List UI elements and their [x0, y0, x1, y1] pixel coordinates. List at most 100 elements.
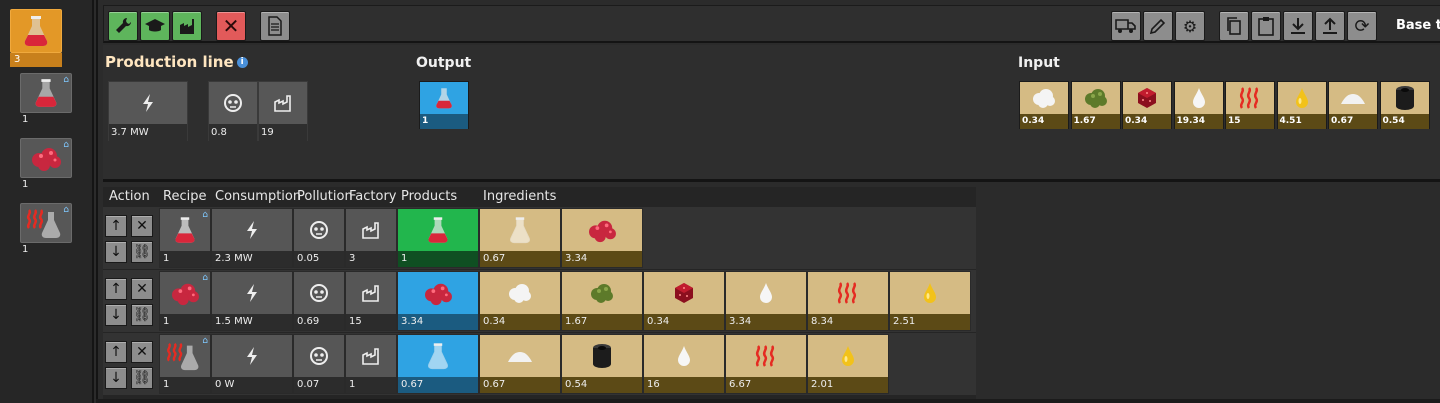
product-cell[interactable]: 0.67: [397, 334, 479, 394]
total-factory-stat: 19: [258, 81, 308, 142]
sidebar-item-4[interactable]: ⌂ 1: [20, 203, 72, 257]
gears-icon: ⚙: [1182, 16, 1198, 36]
document-button[interactable]: [260, 11, 290, 41]
paste-button[interactable]: [1251, 11, 1281, 41]
ingredient-cell[interactable]: 6.67: [725, 334, 807, 394]
ingredient-cell[interactable]: 0.34: [479, 271, 561, 331]
move-down-button[interactable]: ↓: [105, 304, 127, 326]
chain-link-icon: ⛓: [133, 244, 151, 260]
wrench-button[interactable]: [108, 11, 138, 41]
white-drop-icon: [1174, 82, 1223, 114]
move-up-button[interactable]: ↑: [105, 215, 127, 237]
ingredient-cell[interactable]: 2.01: [807, 334, 889, 394]
ingredient-cell[interactable]: 2.51: [889, 271, 971, 331]
red-cube-icon: [644, 272, 724, 314]
input-slot[interactable]: 15: [1225, 81, 1275, 129]
red-science-flask-icon: ⌂: [20, 73, 72, 113]
ingredient-cell[interactable]: 0.67: [479, 334, 561, 394]
export-button[interactable]: [1315, 11, 1345, 41]
research-button[interactable]: [140, 11, 170, 41]
ingredient-cell[interactable]: 16: [643, 334, 725, 394]
input-slot[interactable]: 19.34: [1173, 81, 1224, 129]
arrow-up-icon: ↑: [110, 344, 122, 360]
ingredient-cell[interactable]: 3.34: [561, 208, 643, 268]
input-slot[interactable]: 4.51: [1276, 81, 1327, 129]
factory-value: 19: [259, 124, 307, 142]
info-icon[interactable]: i: [236, 57, 248, 68]
output-value: 1: [420, 114, 468, 129]
move-up-button[interactable]: ↑: [105, 341, 127, 363]
pencil-icon: [1149, 18, 1166, 35]
heat-waves-icon: [726, 335, 806, 377]
input-value: 19.34: [1174, 114, 1223, 129]
empty-area: [976, 187, 1440, 403]
input-value: 0.34: [1123, 114, 1171, 129]
input-value: 0.34: [1020, 114, 1068, 129]
ingredient-cell[interactable]: 8.34: [807, 271, 889, 331]
factory-cell[interactable]: 1: [345, 334, 397, 394]
remove-row-button[interactable]: ✕: [131, 215, 153, 237]
link-button[interactable]: ⛓: [131, 241, 153, 263]
input-slot[interactable]: 0.54: [1379, 81, 1430, 129]
sidebar-item-3[interactable]: ⌂ 1: [20, 138, 72, 192]
red-crystal-icon: ⌂: [20, 138, 72, 178]
ingredient-cell[interactable]: 0.54: [561, 334, 643, 394]
remove-row-button[interactable]: ✕: [131, 341, 153, 363]
factory-settings-button[interactable]: [172, 11, 202, 41]
home-badge-icon: ⌂: [202, 210, 208, 220]
product-cell[interactable]: 3.34: [397, 271, 479, 331]
close-icon: ✕: [136, 344, 148, 360]
power-icon: [212, 272, 292, 314]
recipe-cell-value: 1: [160, 314, 210, 330]
ingredient-cell-value: 2.51: [890, 314, 970, 330]
pollution-cell: 0.69: [293, 271, 345, 331]
settings-button[interactable]: ⚙: [1175, 11, 1205, 41]
move-up-button[interactable]: ↑: [105, 278, 127, 300]
ingredient-cell[interactable]: 0.34: [643, 271, 725, 331]
total-power-stat: 3.7 MW: [108, 81, 188, 142]
copy-button[interactable]: [1219, 11, 1249, 41]
ingredient-cell[interactable]: 1.67: [561, 271, 643, 331]
green-moss-icon: [1071, 82, 1120, 114]
logistics-button[interactable]: [1111, 11, 1141, 41]
factory-cell[interactable]: 3: [345, 208, 397, 268]
factory-cell[interactable]: 15: [345, 271, 397, 331]
recipe-cell[interactable]: ⌂ 1: [159, 334, 211, 394]
recipe-cell[interactable]: ⌂ 1: [159, 208, 211, 268]
input-slot[interactable]: 0.34: [1122, 81, 1172, 129]
remove-row-button[interactable]: ✕: [131, 278, 153, 300]
ingredient-cell[interactable]: 0.67: [479, 208, 561, 268]
pollution-icon: [209, 82, 257, 124]
sidebar-item-2[interactable]: ⌂ 1: [20, 73, 72, 127]
edit-button[interactable]: [1143, 11, 1173, 41]
red-science-flask-icon: [10, 9, 62, 53]
copy-icon: [1227, 17, 1241, 35]
header-factory: Factory: [349, 189, 397, 204]
sidebar: 3 ⌂ 1 ⌂ 1 ⌂ 1: [0, 0, 94, 403]
yellow-drop-icon: [808, 335, 888, 377]
white-powder-icon: [480, 335, 560, 377]
heat-waves-icon: [808, 272, 888, 314]
refresh-button[interactable]: ⟳: [1347, 11, 1377, 41]
import-button[interactable]: [1283, 11, 1313, 41]
product-cell[interactable]: 1: [397, 208, 479, 268]
ingredient-cell[interactable]: 3.34: [725, 271, 807, 331]
ingredient-cell-value: 0.67: [480, 377, 560, 393]
link-button[interactable]: ⛓: [131, 367, 153, 389]
input-slot[interactable]: 0.67: [1328, 81, 1378, 129]
input-slot[interactable]: 0.34: [1019, 81, 1069, 129]
recipe-cell[interactable]: ⌂ 1: [159, 271, 211, 331]
home-badge-icon: ⌂: [63, 205, 69, 215]
red-crystal-icon: [398, 272, 478, 314]
move-down-button[interactable]: ↓: [105, 367, 127, 389]
delete-button[interactable]: ✕: [216, 11, 246, 41]
arrow-up-icon: ↑: [110, 218, 122, 234]
link-button[interactable]: ⛓: [131, 304, 153, 326]
output-slot[interactable]: 1: [419, 81, 469, 129]
factory-cell-value: 15: [346, 314, 396, 330]
recipe-cell-value: 1: [160, 251, 210, 267]
move-down-button[interactable]: ↓: [105, 241, 127, 263]
power-icon: [212, 335, 292, 377]
sidebar-item-1[interactable]: 3: [10, 9, 62, 67]
input-slot[interactable]: 1.67: [1070, 81, 1121, 129]
